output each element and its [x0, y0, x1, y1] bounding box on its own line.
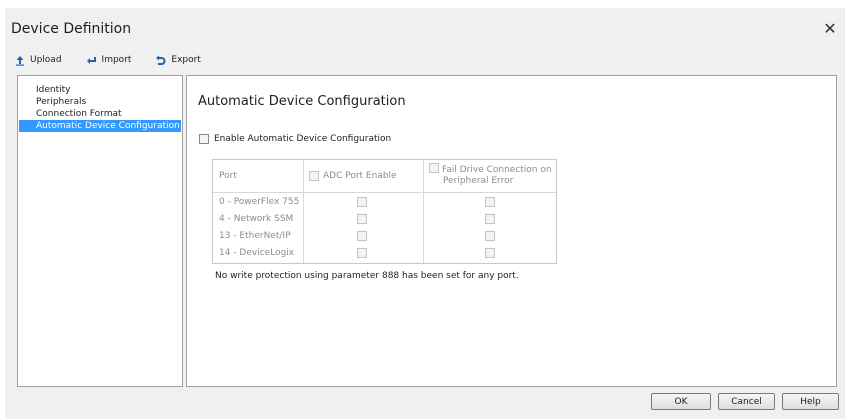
adc-header-label: ADC Port Enable: [323, 171, 397, 181]
close-button[interactable]: ✕: [820, 18, 840, 38]
fail-drive-checkbox[interactable]: [485, 248, 495, 258]
adc-header-checkbox: [309, 171, 319, 181]
port-grid: Port ADC Port Enable Fail Drive Connecti…: [212, 159, 557, 264]
enable-adc-checkbox[interactable]: [199, 134, 209, 144]
upload-label: Upload: [30, 55, 62, 65]
adc-enable-checkbox[interactable]: [357, 231, 367, 241]
enable-adc-label: Enable Automatic Device Configuration: [214, 134, 392, 144]
nav-panel: Identity Peripherals Connection Format A…: [17, 75, 183, 387]
fail-drive-checkbox[interactable]: [485, 214, 495, 224]
export-button[interactable]: Export: [155, 55, 201, 66]
adc-enable-checkbox[interactable]: [357, 197, 367, 207]
export-label: Export: [171, 55, 201, 65]
cancel-button[interactable]: Cancel: [718, 393, 775, 410]
ok-button[interactable]: OK: [651, 393, 711, 410]
toolbar: Upload Import Export: [15, 52, 225, 68]
export-icon: [156, 55, 166, 65]
fail-header-line1: Fail Drive Connection on: [442, 165, 552, 175]
upload-icon: [16, 55, 24, 66]
grid-row-port: 0 - PowerFlex 755: [219, 197, 300, 207]
close-icon: ✕: [823, 18, 837, 38]
help-button[interactable]: Help: [782, 393, 839, 410]
fail-header-checkbox: [429, 163, 439, 173]
nav-item-identity[interactable]: Identity: [19, 84, 181, 96]
grid-row-port: 14 - DeviceLogix: [219, 248, 295, 258]
fail-column-header: Fail Drive Connection on Peripheral Erro…: [429, 163, 555, 187]
import-button[interactable]: Import: [86, 55, 132, 66]
enable-adc-row[interactable]: Enable Automatic Device Configuration: [199, 134, 391, 144]
port-column-header: Port: [219, 170, 237, 182]
page-title: Automatic Device Configuration: [198, 94, 406, 109]
import-icon: [86, 56, 96, 64]
grid-row-port: 13 - EtherNet/IP: [219, 231, 291, 241]
adc-enable-checkbox[interactable]: [357, 214, 367, 224]
nav-item-automatic-device-configuration[interactable]: Automatic Device Configuration: [19, 120, 181, 132]
import-label: Import: [101, 55, 132, 65]
adc-column-header: ADC Port Enable: [309, 170, 397, 182]
nav-item-peripherals[interactable]: Peripherals: [19, 96, 181, 108]
fail-drive-checkbox[interactable]: [485, 231, 495, 241]
fail-drive-checkbox[interactable]: [485, 197, 495, 207]
nav-item-connection-format[interactable]: Connection Format: [19, 108, 181, 120]
fail-header-line2: Peripheral Error: [443, 176, 514, 186]
dialog-title: Device Definition: [11, 21, 132, 37]
adc-enable-checkbox[interactable]: [357, 248, 367, 258]
content-panel: Automatic Device Configuration Enable Au…: [186, 75, 837, 387]
upload-button[interactable]: Upload: [15, 55, 62, 66]
write-protection-note: No write protection using parameter 888 …: [215, 271, 519, 281]
port-header-label: Port: [219, 171, 237, 181]
grid-row-port: 4 - Network SSM: [219, 214, 294, 224]
